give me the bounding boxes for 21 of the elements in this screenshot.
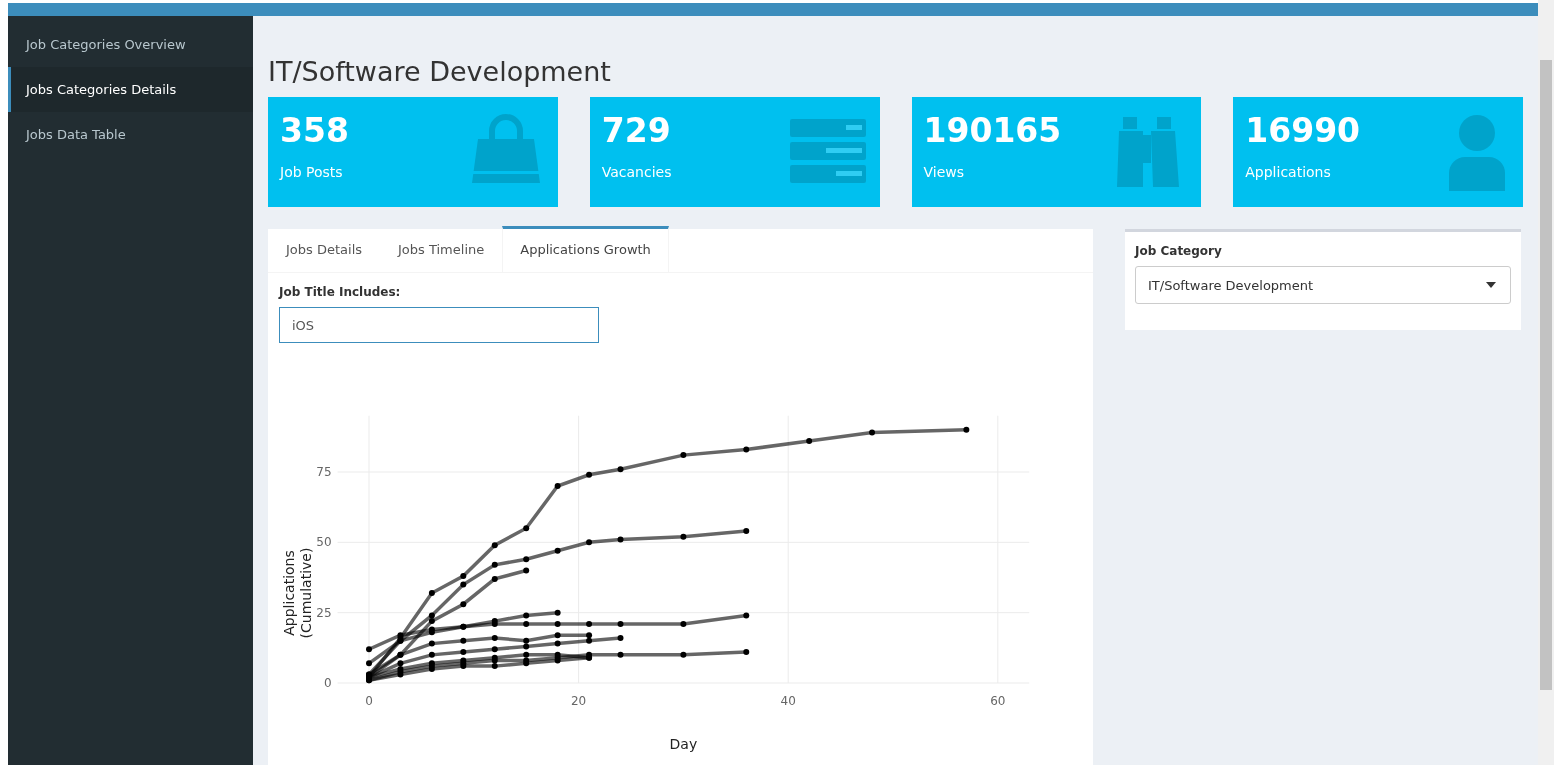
axis-tick-label: 40 xyxy=(780,694,796,708)
axis-tick-label: 0 xyxy=(323,676,332,690)
page-title: IT/Software Development xyxy=(268,56,612,87)
value-label: Vacancies xyxy=(601,164,673,180)
field-label: Job Title Includes: xyxy=(279,285,402,299)
value-number: 729 xyxy=(601,111,672,150)
axis-tick-label: 0 xyxy=(365,694,373,708)
axis-tick-label: 25 xyxy=(316,605,332,620)
value-number: 190165 xyxy=(923,111,1063,150)
axis-tick-label: 50 xyxy=(316,535,332,550)
field-label: Job Category xyxy=(1135,244,1223,258)
value-label: Views xyxy=(923,164,966,180)
value-number: 16990 xyxy=(1245,111,1362,150)
axis-title: Day xyxy=(669,736,698,752)
axis-title: Applications (Cumulative) xyxy=(281,547,314,639)
axis-tick-label: 75 xyxy=(316,465,332,479)
value-number: 358 xyxy=(280,111,350,150)
axis-tick-label: 60 xyxy=(990,694,1006,708)
axis-tick-label: 20 xyxy=(570,694,587,708)
value-label: Job Posts xyxy=(280,164,344,180)
value-label: Applications xyxy=(1245,164,1332,180)
